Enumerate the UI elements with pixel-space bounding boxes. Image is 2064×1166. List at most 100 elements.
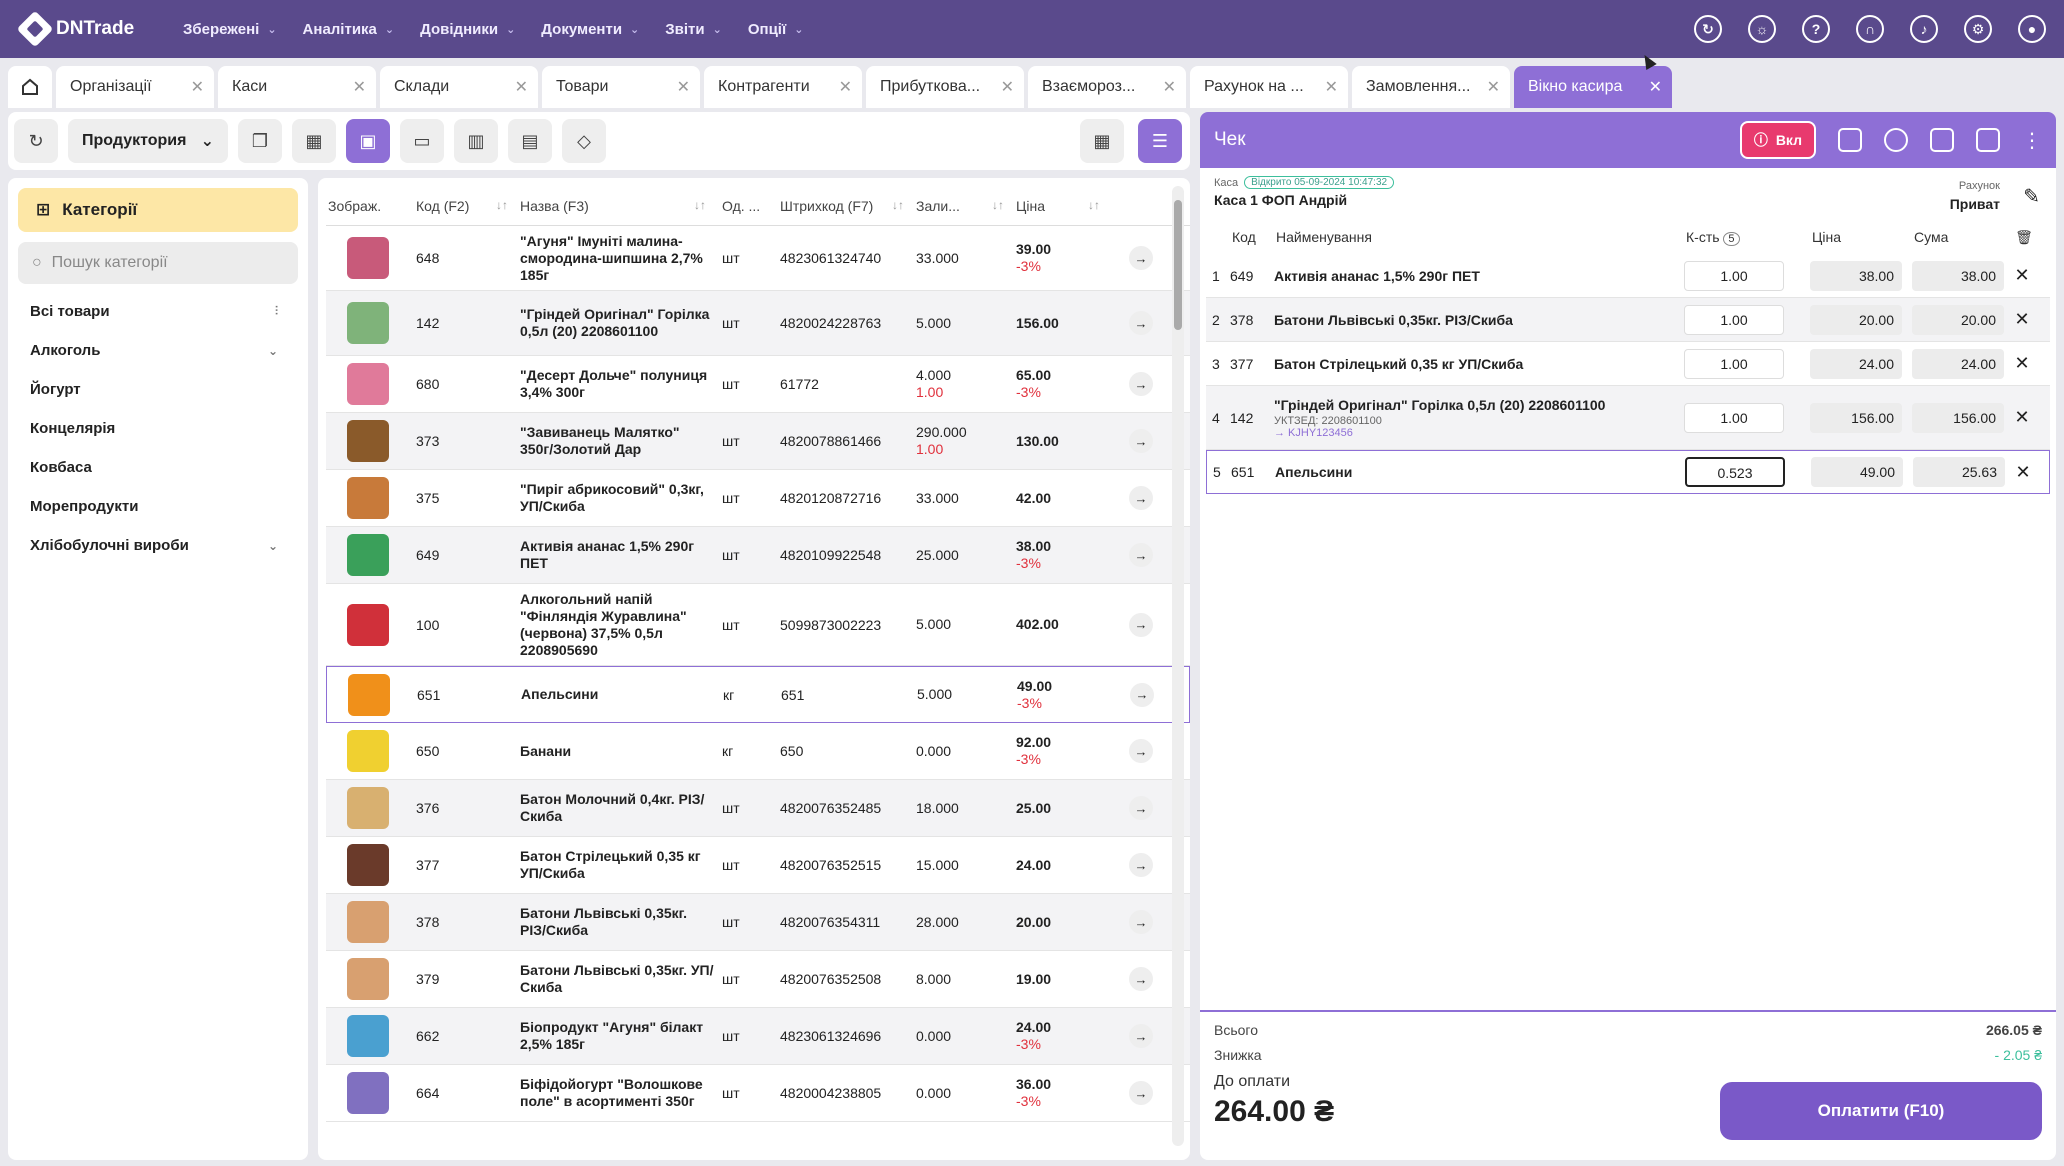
close-icon[interactable]: ✕ <box>1325 77 1338 97</box>
category-item[interactable]: Хлібобулочні вироби ⌄ <box>18 526 298 565</box>
tab[interactable]: Товари ✕ <box>542 66 700 108</box>
close-icon[interactable]: ✕ <box>1649 77 1662 97</box>
tab[interactable]: Прибуткова... ✕ <box>866 66 1024 108</box>
tab[interactable]: Контрагенти ✕ <box>704 66 862 108</box>
copy-button[interactable]: ❐ <box>238 119 282 163</box>
remove-item-icon[interactable]: ✕ <box>2004 265 2040 286</box>
product-row[interactable]: 651 Апельсини кг 651 5.000 49.00 -3% → <box>326 666 1190 723</box>
quantity-input[interactable]: 1.00 <box>1684 348 1784 379</box>
menu-item[interactable]: Опції ⌄ <box>735 21 817 38</box>
price-field[interactable]: 156.00 <box>1810 402 1902 433</box>
sum-field[interactable]: 24.00 <box>1912 348 2004 379</box>
product-row[interactable]: 100 Алкогольний напій "Фінляндія Журавли… <box>326 584 1190 666</box>
price-field[interactable]: 20.00 <box>1810 304 1902 335</box>
arrow-right-icon[interactable]: → <box>1129 246 1153 270</box>
col-name[interactable]: Назва (F3) ↓↑ <box>518 198 716 214</box>
tools-icon[interactable] <box>1976 128 2000 152</box>
tab[interactable]: Організації ✕ <box>56 66 214 108</box>
eraser-button[interactable]: ◇ <box>562 119 606 163</box>
check-item-link[interactable]: → KJHY123456 <box>1274 427 1684 439</box>
tab[interactable]: Склади ✕ <box>380 66 538 108</box>
fiscal-toggle[interactable]: ⓘ Вкл <box>1739 121 1816 159</box>
product-row[interactable]: 648 "Агуня" Імуніті малина-смородина-шип… <box>326 226 1190 291</box>
category-item[interactable]: Всі товари ⫶ <box>18 292 298 331</box>
sync-icon[interactable]: ↻ <box>1694 15 1722 43</box>
product-row[interactable]: 375 "Пиріг абрикосовий" 0,3кг, УП/Скиба … <box>326 470 1190 527</box>
product-row[interactable]: 376 Батон Молочний 0,4кг. РІЗ/Скиба шт 4… <box>326 780 1190 837</box>
support-icon[interactable]: ∩ <box>1856 15 1884 43</box>
filter-icon[interactable]: ⫶ <box>275 304 278 319</box>
product-row[interactable]: 142 "Гріндей Оригінал" Горілка 0,5л (20)… <box>326 291 1190 356</box>
products-scrollbar[interactable] <box>1172 186 1184 1146</box>
col-unit[interactable]: Од. ... <box>716 198 778 214</box>
scroll-thumb[interactable] <box>1174 200 1182 330</box>
arrow-right-icon[interactable]: → <box>1129 739 1153 763</box>
arrow-right-icon[interactable]: → <box>1130 682 1154 707</box>
close-icon[interactable]: ✕ <box>1487 77 1500 97</box>
user-icon[interactable]: ● <box>2018 15 2046 43</box>
refresh-button[interactable]: ↻ <box>14 119 58 163</box>
quantity-input[interactable]: 1.00 <box>1684 304 1784 335</box>
arrow-right-icon[interactable]: → <box>1129 486 1153 510</box>
chevron-down-icon[interactable]: ⌄ <box>268 539 278 553</box>
sum-field[interactable]: 38.00 <box>1912 260 2004 291</box>
sum-field[interactable]: 20.00 <box>1912 304 2004 335</box>
columns-button[interactable]: ▥ <box>454 119 498 163</box>
save-button[interactable]: ▤ <box>508 119 552 163</box>
price-field[interactable]: 38.00 <box>1810 260 1902 291</box>
quantity-input[interactable]: 0.523 <box>1685 457 1785 487</box>
kasa-value[interactable]: Каса 1 ФОП Андрій <box>1214 192 2042 208</box>
tab[interactable]: Взаємороз... ✕ <box>1028 66 1186 108</box>
product-row[interactable]: 664 Біфідойогурт "Волошкове поле" в асор… <box>326 1065 1190 1122</box>
product-row[interactable]: 378 Батони Львівські 0,35кг. РІЗ/Скиба ш… <box>326 894 1190 951</box>
delivery-icon[interactable] <box>1930 128 1954 152</box>
close-icon[interactable]: ✕ <box>1163 77 1176 97</box>
col-stock[interactable]: Зали... ↓↑ <box>914 198 1014 214</box>
col-price[interactable]: Ціна ↓↑ <box>1014 198 1110 214</box>
grid-view-button[interactable]: ▦ <box>1080 119 1124 163</box>
account-info[interactable]: Рахунок Приват <box>1950 180 2000 212</box>
product-row[interactable]: 649 Активія ананас 1,5% 290г ПЕТ шт 4820… <box>326 527 1190 584</box>
category-search-input[interactable]: ○ Пошук категорії <box>18 242 298 284</box>
check-row[interactable]: 2 378 Батони Львівські 0,35кг. РІЗ/Скиба… <box>1206 298 2050 342</box>
tab[interactable]: Вікно касира ✕ <box>1514 66 1672 108</box>
remove-item-icon[interactable]: ✕ <box>2004 407 2040 428</box>
folder-button[interactable]: ▣ <box>346 119 390 163</box>
product-row[interactable]: 373 "Завиванець Малятко" 350г/Золотий Да… <box>326 413 1190 470</box>
price-field[interactable]: 24.00 <box>1810 348 1902 379</box>
arrow-right-icon[interactable]: → <box>1129 853 1153 877</box>
quantity-input[interactable]: 1.00 <box>1684 260 1784 291</box>
arrow-right-icon[interactable]: → <box>1129 612 1153 637</box>
close-icon[interactable]: ✕ <box>353 77 366 97</box>
product-row[interactable]: 379 Батони Львівські 0,35кг. УП/Скиба шт… <box>326 951 1190 1008</box>
category-item[interactable]: Йогурт <box>18 370 298 409</box>
menu-item[interactable]: Звіти ⌄ <box>652 21 735 38</box>
arrow-right-icon[interactable]: → <box>1129 967 1153 991</box>
tab[interactable]: Каси ✕ <box>218 66 376 108</box>
remove-item-icon[interactable]: ✕ <box>2005 462 2041 483</box>
check-row[interactable]: 4 142 "Гріндей Оригінал" Горілка 0,5л (2… <box>1206 386 2050 450</box>
menu-item[interactable]: Аналітика ⌄ <box>290 21 408 38</box>
product-row[interactable]: 650 Банани кг 650 0.000 92.00 -3% → <box>326 723 1190 780</box>
quantity-input[interactable]: 1.00 <box>1684 402 1784 433</box>
menu-item[interactable]: Документи ⌄ <box>528 21 652 38</box>
category-item[interactable]: Концелярія <box>18 409 298 448</box>
chevron-down-icon[interactable]: ⌄ <box>268 344 278 358</box>
arrow-right-icon[interactable]: → <box>1129 543 1153 567</box>
product-row[interactable]: 680 "Десерт Дольче" полуниця 3,4% 300г ш… <box>326 356 1190 413</box>
check-row[interactable]: 3 377 Батон Стрілецький 0,35 кг УП/Скиба… <box>1206 342 2050 386</box>
remove-item-icon[interactable]: ✕ <box>2004 353 2040 374</box>
arrow-right-icon[interactable]: → <box>1129 1081 1153 1105</box>
menu-item[interactable]: Збережені ⌄ <box>170 21 290 38</box>
calculator-button[interactable]: ▦ <box>292 119 336 163</box>
tab[interactable]: Замовлення... ✕ <box>1352 66 1510 108</box>
arrow-right-icon[interactable]: → <box>1129 311 1153 335</box>
categories-header[interactable]: ⊞ Категорії <box>18 188 298 232</box>
product-row[interactable]: 662 Біопродукт "Агуня" білакт 2,5% 185г … <box>326 1008 1190 1065</box>
app-logo[interactable]: DNTrade <box>0 10 170 48</box>
notification-icon[interactable]: ♪ <box>1910 15 1938 43</box>
category-item[interactable]: Морепродукти <box>18 487 298 526</box>
menu-item[interactable]: Довідники ⌄ <box>407 21 528 38</box>
arrow-right-icon[interactable]: → <box>1129 429 1153 453</box>
col-barcode[interactable]: Штрихкод (F7) ↓↑ <box>778 198 914 214</box>
